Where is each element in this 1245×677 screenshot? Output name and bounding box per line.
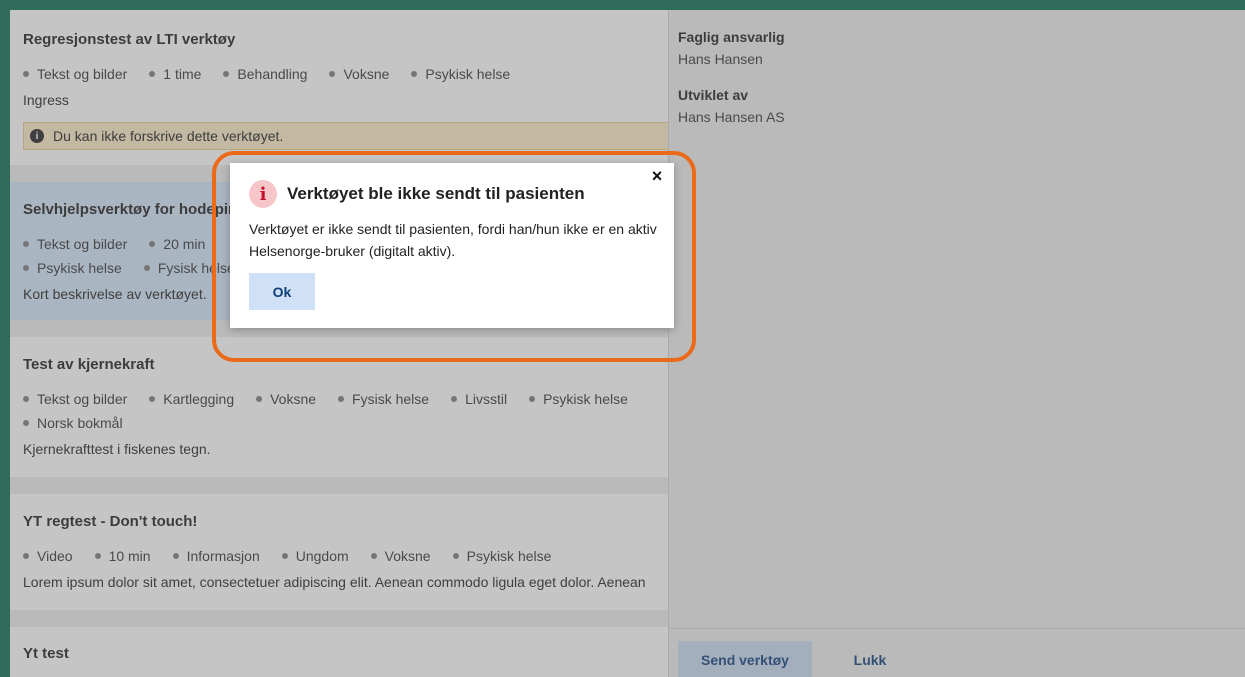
info-dialog: × i Verktøyet ble ikke sendt til pasient… bbox=[230, 163, 674, 328]
ok-button[interactable]: Ok bbox=[249, 273, 315, 310]
dialog-title: Verktøyet ble ikke sendt til pasienten bbox=[287, 184, 585, 203]
info-icon: i bbox=[249, 180, 277, 208]
close-icon[interactable]: × bbox=[648, 166, 666, 186]
dialog-message: Verktøyet er ikke sendt til pasienten, f… bbox=[249, 221, 657, 259]
